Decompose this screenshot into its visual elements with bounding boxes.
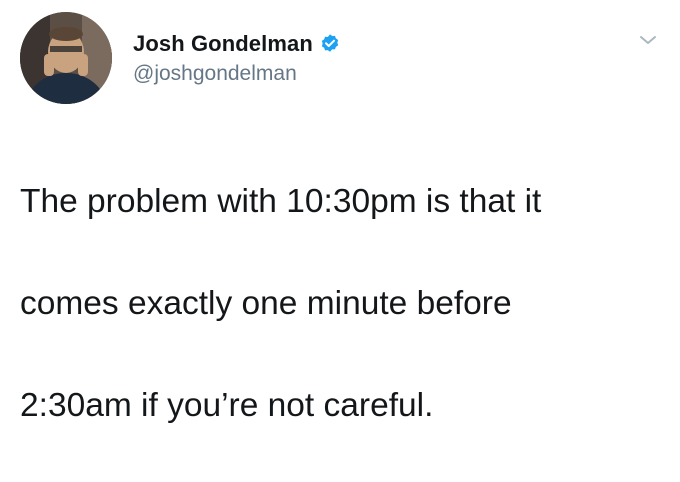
author-display-name[interactable]: Josh Gondelman <box>133 31 313 57</box>
tweet-header: Josh Gondelman @joshgondelman <box>133 30 341 94</box>
author-name-row: Josh Gondelman <box>133 30 341 58</box>
verified-badge-icon <box>319 33 341 55</box>
chevron-down-icon[interactable] <box>636 30 660 50</box>
tweet-text-line: 2:30am if you’re not careful. <box>20 387 434 424</box>
tweet-text-line: The problem with 10:30pm is that it <box>20 183 542 220</box>
tweet-text: The problem with 10:30pm is that it come… <box>20 125 660 482</box>
avatar-photo-icon <box>20 12 112 104</box>
tweet-card: Josh Gondelman @joshgondelman The proble… <box>0 0 680 424</box>
tweet-text-line: comes exactly one minute before <box>20 285 512 322</box>
author-handle[interactable]: @joshgondelman <box>133 62 341 86</box>
author-avatar[interactable] <box>20 12 112 104</box>
